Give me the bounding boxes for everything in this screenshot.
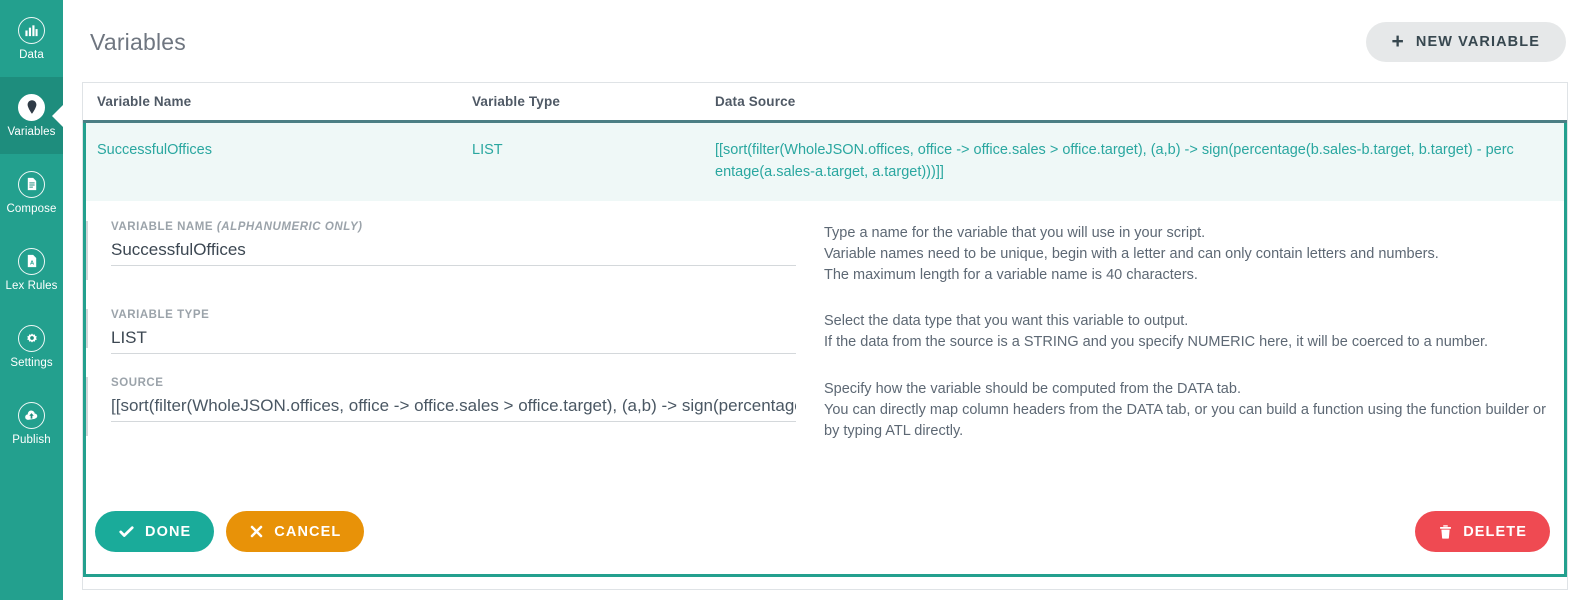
sidebar-item-publish[interactable]: Publish [0, 385, 63, 462]
help-line: Specify how the variable should be compu… [824, 381, 1241, 397]
help-text-variable-name: Type a name for the variable that you wi… [798, 221, 1564, 286]
sidebar: Data Variables Compose A Lex Rules Setti… [0, 0, 63, 600]
column-header-variable-type: Variable Type [472, 94, 560, 109]
main-content: Variables + NEW VARIABLE Variable Name V… [63, 0, 1590, 600]
document-abc-icon: A [18, 247, 45, 275]
sidebar-item-compose[interactable]: Compose [0, 154, 63, 231]
field-variable-type: VARIABLE TYPE LIST [111, 309, 796, 354]
close-icon [249, 524, 264, 539]
variable-type-select[interactable]: LIST [111, 326, 796, 350]
cloud-upload-icon [18, 401, 45, 429]
field-source: SOURCE [[sort(filter(WholeJSON.offices, … [111, 377, 796, 422]
field-label-variable-type: VARIABLE TYPE [111, 309, 796, 321]
variable-name-input[interactable]: SuccessfulOffices [111, 238, 796, 262]
gear-icon [18, 324, 45, 352]
sidebar-item-label: Publish [12, 433, 51, 446]
field-variable-name: VARIABLE NAME (ALPHANUMERIC ONLY) Succes… [111, 221, 796, 266]
active-pointer-icon [52, 104, 63, 127]
source-input[interactable]: [[sort(filter(WholeJSON.offices, office … [111, 394, 796, 418]
help-line: Variable names need to be unique, begin … [824, 246, 1439, 262]
help-text-source: Specify how the variable should be compu… [798, 377, 1564, 442]
field-group-variable-type: VARIABLE TYPE LIST Select the data type … [86, 308, 1564, 354]
page-title: Variables [90, 29, 186, 55]
sidebar-item-label: Data [19, 48, 44, 61]
field-label-hint: (ALPHANUMERIC ONLY) [216, 221, 363, 233]
done-button[interactable]: DONE [95, 511, 215, 552]
help-line: by typing ATL directly. [824, 423, 964, 439]
sidebar-item-settings[interactable]: Settings [0, 308, 63, 385]
app-root: Data Variables Compose A Lex Rules Setti… [0, 0, 1590, 600]
help-line: You can directly map column headers from… [824, 402, 1546, 418]
page-header: Variables + NEW VARIABLE [63, 0, 1590, 82]
cell-variable-name: SuccessfulOffices [97, 142, 212, 158]
cancel-button[interactable]: CANCEL [226, 511, 365, 552]
delete-button[interactable]: DELETE [1415, 511, 1550, 552]
field-wrap-variable-name: VARIABLE NAME (ALPHANUMERIC ONLY) Succes… [86, 221, 798, 286]
map-pin-icon [18, 93, 45, 121]
field-group-source: SOURCE [[sort(filter(WholeJSON.offices, … [86, 376, 1564, 442]
help-line: Select the data type that you want this … [824, 313, 1189, 329]
svg-text:A: A [29, 261, 33, 267]
delete-button-label: DELETE [1463, 523, 1527, 540]
sidebar-item-lex-rules[interactable]: A Lex Rules [0, 231, 63, 308]
cancel-button-label: CANCEL [274, 523, 342, 540]
cell-data-source: [[sort(filter(WholeJSON.offices, office … [715, 142, 1514, 180]
help-text-variable-type: Select the data type that you want this … [798, 309, 1564, 354]
trash-icon [1438, 524, 1453, 540]
variables-panel: Variable Name Variable Type Data Source … [82, 82, 1568, 590]
sidebar-item-label: Lex Rules [5, 279, 58, 292]
table-header-row: Variable Name Variable Type Data Source [83, 83, 1567, 123]
help-line: Type a name for the variable that you wi… [824, 225, 1206, 241]
field-label-text: SOURCE [111, 377, 164, 389]
table-row[interactable]: SuccessfulOffices LIST [[sort(filter(Who… [83, 123, 1567, 201]
new-variable-button-label: NEW VARIABLE [1415, 34, 1540, 50]
column-header-variable-name: Variable Name [97, 94, 192, 109]
help-line: If the data from the source is a STRING … [824, 334, 1489, 350]
chart-bar-icon [18, 16, 45, 44]
sidebar-item-data[interactable]: Data [0, 0, 63, 77]
sidebar-item-variables[interactable]: Variables [0, 77, 63, 154]
variable-editor: VARIABLE NAME (ALPHANUMERIC ONLY) Succes… [83, 201, 1567, 577]
field-label-variable-name: VARIABLE NAME (ALPHANUMERIC ONLY) [111, 221, 796, 233]
editor-actions: DONE CANCEL DELETE [86, 511, 1564, 552]
field-group-variable-name: VARIABLE NAME (ALPHANUMERIC ONLY) Succes… [86, 217, 1564, 286]
document-icon [18, 170, 45, 198]
done-button-label: DONE [145, 523, 192, 540]
field-wrap-variable-type: VARIABLE TYPE LIST [86, 309, 798, 354]
plus-icon: + [1391, 29, 1405, 53]
help-line: The maximum length for a variable name i… [824, 267, 1198, 283]
field-label-text: VARIABLE NAME [111, 221, 217, 233]
sidebar-item-label: Compose [6, 202, 57, 215]
field-wrap-source: SOURCE [[sort(filter(WholeJSON.offices, … [86, 377, 798, 442]
cell-variable-type: LIST [472, 142, 503, 158]
sidebar-item-label: Settings [10, 356, 53, 369]
new-variable-button[interactable]: + NEW VARIABLE [1365, 22, 1566, 62]
sidebar-item-label: Variables [7, 125, 56, 138]
check-icon [118, 523, 135, 540]
field-label-source: SOURCE [111, 377, 796, 389]
field-label-text: VARIABLE TYPE [111, 309, 210, 321]
column-header-data-source: Data Source [715, 94, 796, 109]
